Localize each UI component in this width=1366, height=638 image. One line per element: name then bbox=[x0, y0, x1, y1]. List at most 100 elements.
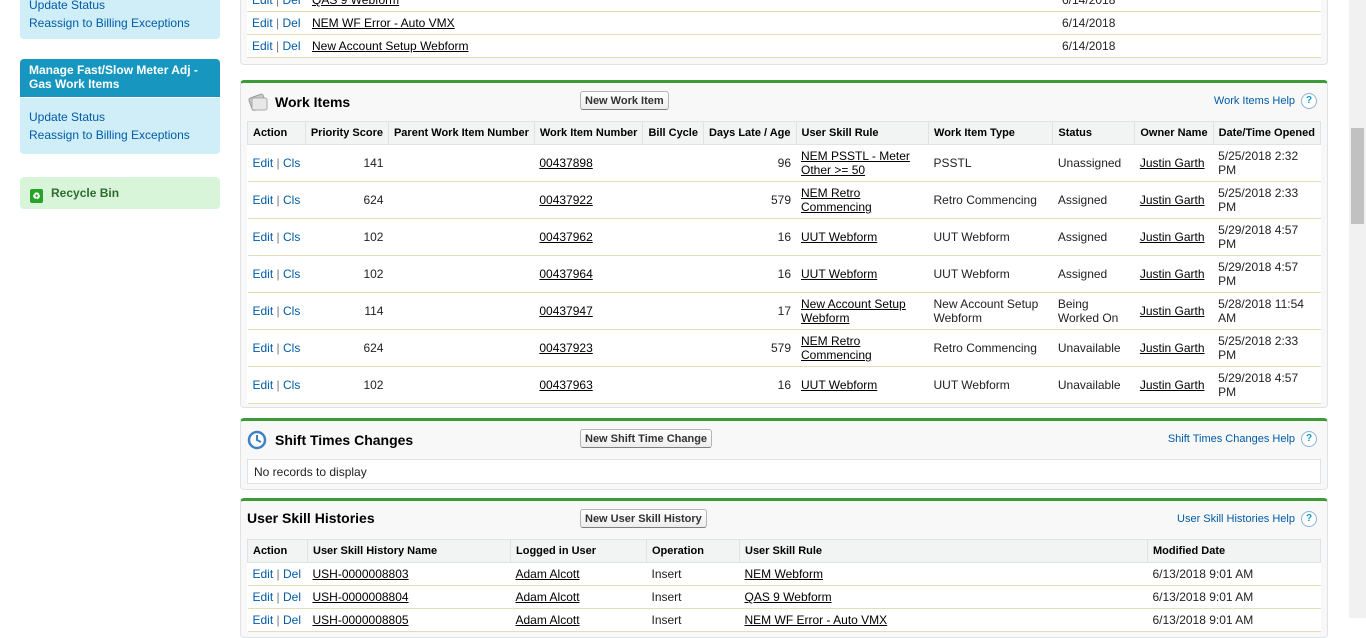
close-link[interactable]: Cls bbox=[283, 304, 300, 318]
user-skill-rule-link[interactable]: NEM PSSTL - Meter Other >= 50 bbox=[801, 149, 910, 177]
shift-times-help-link[interactable]: Shift Times Changes Help? bbox=[1168, 431, 1317, 447]
column-header[interactable]: Action bbox=[247, 121, 306, 145]
work-item-link[interactable]: 00437922 bbox=[539, 193, 592, 207]
parent-cell bbox=[388, 144, 535, 182]
user-link[interactable]: Adam Alcott bbox=[516, 567, 580, 581]
record-link[interactable]: New Account Setup Webform bbox=[312, 39, 469, 53]
user-skill-rule-link[interactable]: QAS 9 Webform bbox=[745, 590, 832, 604]
edit-link[interactable]: Edit bbox=[253, 590, 274, 604]
work-item-link[interactable]: 00437898 bbox=[539, 156, 592, 170]
close-link[interactable]: Cls bbox=[283, 267, 300, 281]
column-header[interactable]: Priority Score bbox=[304, 121, 389, 145]
column-header[interactable]: User Skill Rule bbox=[739, 539, 1148, 563]
delete-link[interactable]: Del bbox=[282, 39, 300, 53]
update-status-link[interactable]: Update Status bbox=[29, 108, 211, 126]
delete-link[interactable]: Del bbox=[283, 567, 301, 581]
owner-link[interactable]: Justin Garth bbox=[1140, 304, 1205, 318]
edit-link[interactable]: Edit bbox=[253, 378, 274, 392]
user-skill-rule-link[interactable]: UUT Webform bbox=[801, 378, 877, 392]
close-link[interactable]: Cls bbox=[283, 230, 300, 244]
record-link[interactable]: QAS 9 Webform bbox=[312, 0, 399, 7]
history-link[interactable]: USH-0000008805 bbox=[313, 613, 409, 627]
user-skill-rule-link[interactable]: NEM Retro Commencing bbox=[801, 334, 872, 362]
owner-link[interactable]: Justin Garth bbox=[1140, 341, 1205, 355]
user-link[interactable]: Adam Alcott bbox=[516, 613, 580, 627]
close-link[interactable]: Cls bbox=[283, 193, 300, 207]
column-header[interactable]: Modified Date bbox=[1147, 539, 1321, 563]
edit-link[interactable]: Edit bbox=[253, 613, 274, 627]
edit-link[interactable]: Edit bbox=[253, 193, 274, 207]
work-item-link[interactable]: 00437964 bbox=[539, 267, 592, 281]
work-item-link[interactable]: 00437947 bbox=[539, 304, 592, 318]
owner-link[interactable]: Justin Garth bbox=[1140, 193, 1205, 207]
status-cell: Unavailable bbox=[1052, 366, 1135, 404]
history-link[interactable]: USH-0000008803 bbox=[313, 567, 409, 581]
user-skill-rule-link[interactable]: UUT Webform bbox=[801, 267, 877, 281]
recycle-bin[interactable]: ♻ Recycle Bin bbox=[20, 177, 220, 209]
owner-link[interactable]: Justin Garth bbox=[1140, 156, 1205, 170]
edit-link[interactable]: Edit bbox=[253, 230, 274, 244]
edit-link[interactable]: Edit bbox=[252, 16, 273, 30]
edit-link[interactable]: Edit bbox=[253, 341, 274, 355]
column-header[interactable]: Action bbox=[247, 539, 308, 563]
column-header[interactable]: Status bbox=[1052, 121, 1136, 145]
edit-link[interactable]: Edit bbox=[253, 156, 274, 170]
skill-histories-help-text: User Skill Histories Help bbox=[1177, 512, 1295, 525]
delete-link[interactable]: Del bbox=[283, 590, 301, 604]
name-cell: NEM WF Error - Auto VMX bbox=[307, 11, 1057, 35]
column-header[interactable]: Logged in User bbox=[510, 539, 647, 563]
skill-histories-help-link[interactable]: User Skill Histories Help? bbox=[1177, 511, 1317, 527]
days-late-cell: 16 bbox=[703, 255, 796, 293]
work-items-help-link[interactable]: Work Items Help? bbox=[1214, 93, 1317, 109]
edit-link[interactable]: Edit bbox=[252, 39, 273, 53]
column-header[interactable]: Work Item Type bbox=[928, 121, 1054, 145]
user-link[interactable]: Adam Alcott bbox=[516, 590, 580, 604]
column-header[interactable]: Work Item Number bbox=[533, 121, 644, 145]
work-item-link[interactable]: 00437963 bbox=[539, 378, 592, 392]
owner-link[interactable]: Justin Garth bbox=[1140, 267, 1205, 281]
sidebar-section-box: Update Status Reassign to Billing Except… bbox=[20, 98, 220, 154]
column-header[interactable]: Operation bbox=[646, 539, 740, 563]
record-link[interactable]: NEM WF Error - Auto VMX bbox=[312, 16, 455, 30]
column-header[interactable]: User Skill Rule bbox=[795, 121, 930, 145]
reassign-billing-exceptions-link[interactable]: Reassign to Billing Exceptions bbox=[29, 14, 211, 32]
new-work-item-button[interactable]: New Work Item bbox=[580, 91, 669, 110]
action-cell: Edit | Cls bbox=[247, 218, 306, 256]
work-item-link[interactable]: 00437923 bbox=[539, 341, 592, 355]
delete-link[interactable]: Del bbox=[283, 613, 301, 627]
close-link[interactable]: Cls bbox=[283, 378, 300, 392]
edit-link[interactable]: Edit bbox=[253, 267, 274, 281]
parent-cell bbox=[388, 218, 535, 256]
column-header[interactable]: Owner Name bbox=[1134, 121, 1214, 145]
owner-link[interactable]: Justin Garth bbox=[1140, 378, 1205, 392]
new-shift-time-change-button[interactable]: New Shift Time Change bbox=[580, 429, 713, 448]
user-skill-rule-link[interactable]: New Account Setup Webform bbox=[801, 297, 906, 325]
user-skill-rule-link[interactable]: NEM Retro Commencing bbox=[801, 186, 872, 214]
history-link[interactable]: USH-0000008804 bbox=[313, 590, 409, 604]
scrollbar-thumb[interactable] bbox=[1351, 128, 1364, 224]
column-header[interactable]: User Skill History Name bbox=[307, 539, 511, 563]
delete-link[interactable]: Del bbox=[282, 0, 300, 7]
priority-cell: 102 bbox=[305, 366, 389, 404]
work-item-link[interactable]: 00437962 bbox=[539, 230, 592, 244]
delete-link[interactable]: Del bbox=[282, 16, 300, 30]
close-link[interactable]: Cls bbox=[283, 156, 300, 170]
user-skill-rule-link[interactable]: UUT Webform bbox=[801, 230, 877, 244]
number-cell: 00437898 bbox=[534, 144, 643, 182]
update-status-link[interactable]: Update Status bbox=[29, 0, 211, 14]
user-skill-rule-link[interactable]: NEM Webform bbox=[745, 567, 823, 581]
separator: | bbox=[273, 267, 283, 281]
edit-link[interactable]: Edit bbox=[253, 304, 274, 318]
close-link[interactable]: Cls bbox=[283, 341, 300, 355]
column-header[interactable]: Date/Time Opened bbox=[1212, 121, 1322, 145]
column-header[interactable]: Parent Work Item Number bbox=[387, 121, 535, 145]
owner-link[interactable]: Justin Garth bbox=[1140, 230, 1205, 244]
edit-link[interactable]: Edit bbox=[253, 567, 274, 581]
new-user-skill-history-button[interactable]: New User Skill History bbox=[580, 509, 707, 528]
user-skill-rule-link[interactable]: NEM WF Error - Auto VMX bbox=[745, 613, 888, 627]
edit-link[interactable]: Edit bbox=[252, 0, 273, 7]
column-header[interactable]: Days Late / Age bbox=[702, 121, 797, 145]
vertical-scrollbar[interactable] bbox=[1349, 0, 1366, 618]
column-header[interactable]: Bill Cycle bbox=[642, 121, 704, 145]
reassign-billing-exceptions-link[interactable]: Reassign to Billing Exceptions bbox=[29, 126, 211, 144]
